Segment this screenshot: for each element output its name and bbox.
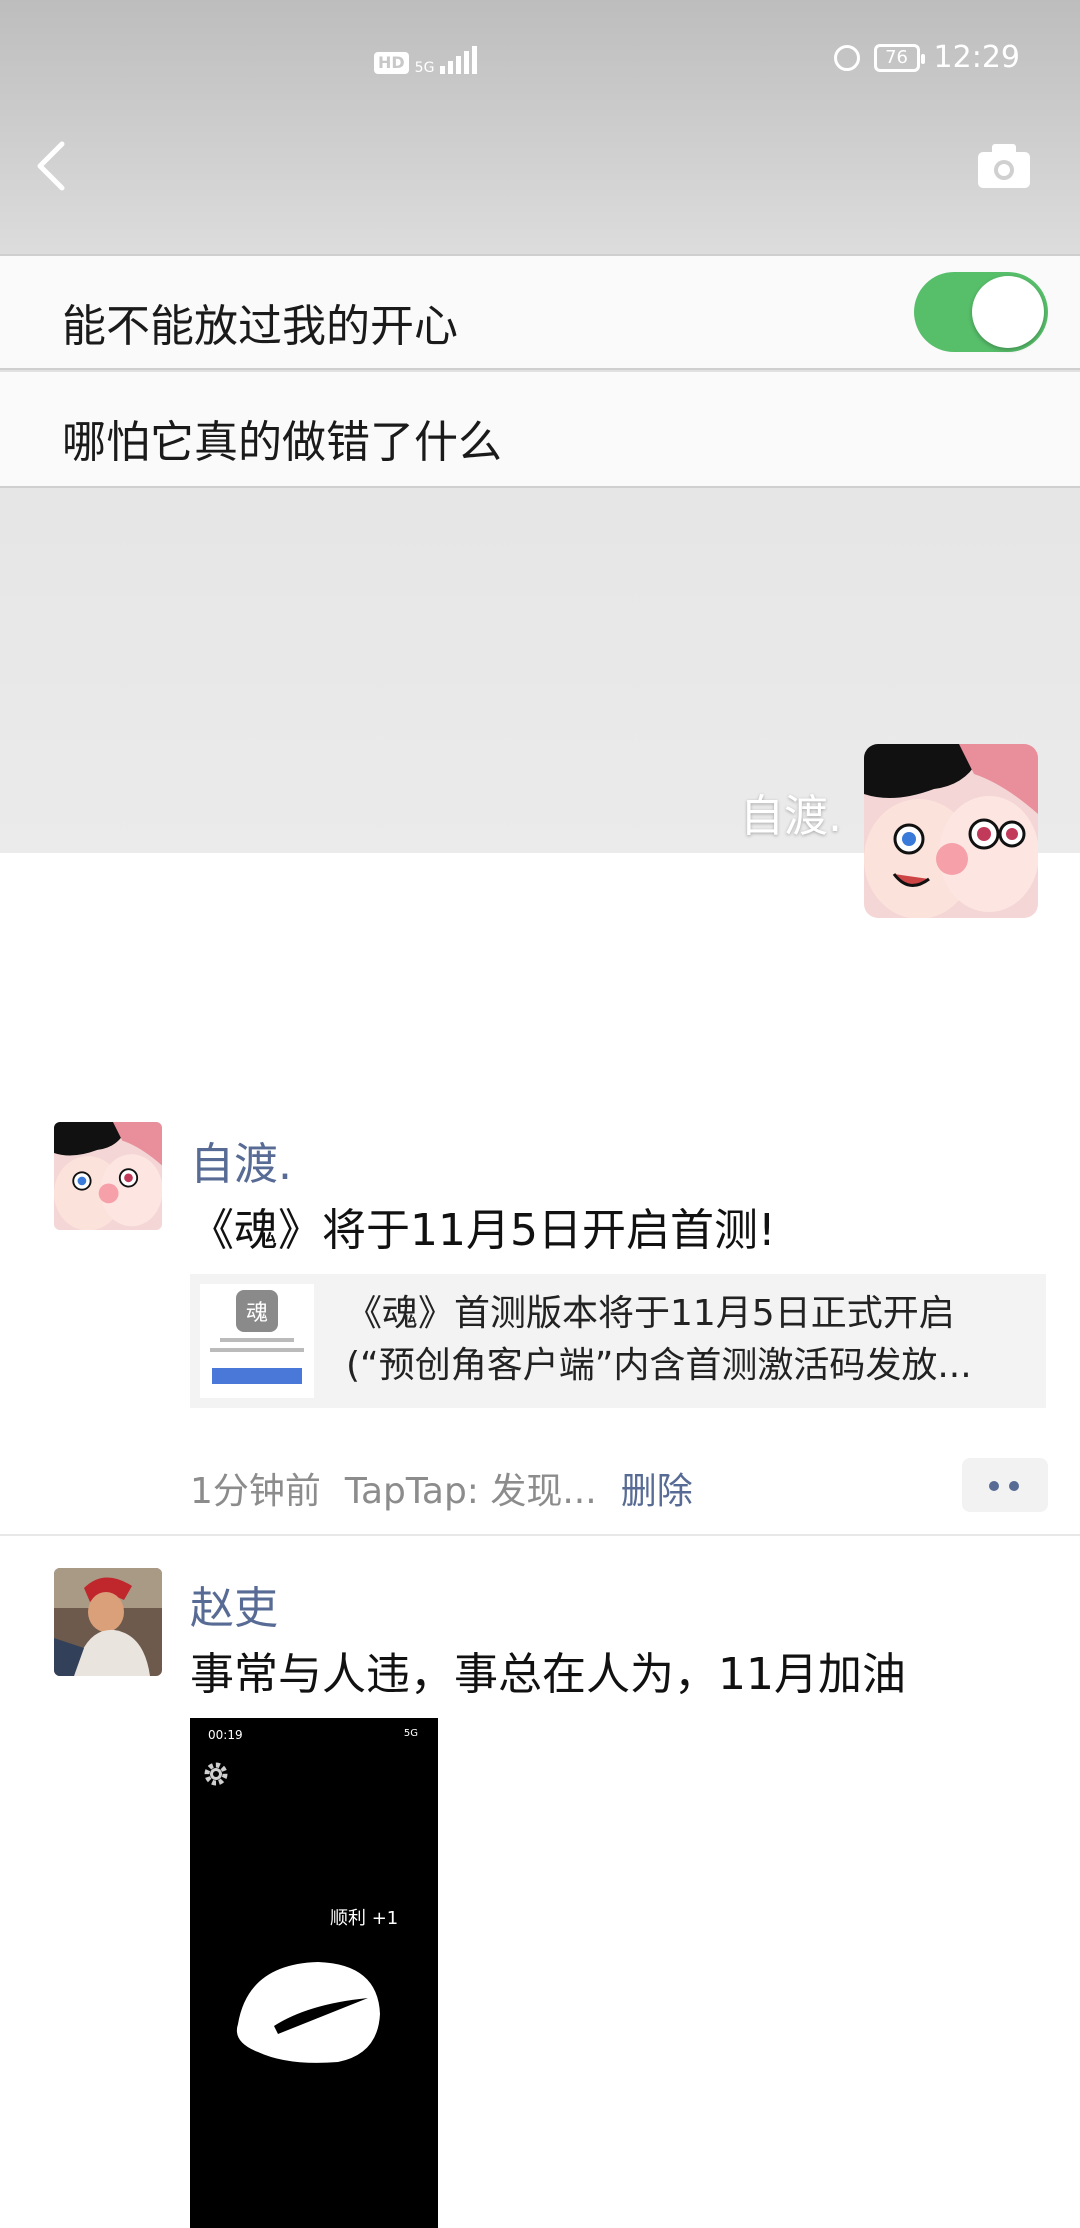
- post-avatar[interactable]: [54, 1122, 162, 1230]
- wooden-fish-icon: [236, 1962, 380, 2063]
- happiness-toggle[interactable]: [914, 272, 1048, 352]
- post-divider: [0, 1534, 1080, 1536]
- toggle-knob: [972, 276, 1044, 348]
- signal-indicators: HD 5G: [374, 46, 478, 76]
- dot-icon: [1009, 1481, 1019, 1491]
- chevron-left-icon[interactable]: [32, 138, 72, 194]
- status-time: 12:29: [933, 40, 1020, 75]
- post-photo[interactable]: 00:19 5G 顺利 +1: [190, 1718, 438, 2228]
- delete-button[interactable]: 删除: [621, 1471, 693, 1512]
- photo-caption: 顺利 +1: [330, 1908, 399, 1929]
- gear-icon: [204, 1762, 228, 1786]
- post-time: 1分钟前: [190, 1471, 321, 1512]
- link-title-line2: (“预创角客户端”内含首测激活码发放...: [346, 1345, 972, 1386]
- setting-row-mistake[interactable]: 哪怕它真的做错了什么: [0, 372, 1080, 488]
- post-text: 《魂》将于11月5日开启首测!: [190, 1205, 776, 1256]
- signal-icon: [440, 46, 478, 74]
- cover-avatar[interactable]: [864, 744, 1038, 918]
- post-author-name[interactable]: 赵吏: [190, 1572, 278, 1636]
- battery-icon: 76: [873, 43, 925, 72]
- link-thumbnail: 魂: [200, 1284, 314, 1398]
- battery-level: 76: [885, 46, 908, 68]
- status-bar: HD 5G 76 12:29: [0, 0, 1080, 120]
- post-text: 事常与人违，事总在人为，11月加油: [190, 1649, 906, 1700]
- setting-row-happiness[interactable]: 能不能放过我的开心: [0, 254, 1080, 370]
- network-5g-label: 5G: [414, 60, 435, 76]
- alarm-icon: [833, 44, 860, 71]
- shared-link-card[interactable]: 魂 《魂》首测版本将于11月5日正式开启 (“预创角客户端”内含首测激活码发放.…: [190, 1274, 1046, 1408]
- more-options-button[interactable]: [962, 1458, 1048, 1512]
- post-avatar[interactable]: [54, 1568, 162, 1676]
- link-title: 《魂》首测版本将于11月5日正式开启 (“预创角客户端”内含首测激活码发放...: [346, 1288, 1026, 1392]
- post-source[interactable]: TapTap: 发现...: [345, 1471, 597, 1512]
- svg-text:魂: 魂: [246, 1301, 268, 1326]
- hd-badge: HD: [374, 52, 409, 74]
- photo-status-network: 5G: [403, 1728, 418, 1739]
- post-meta: 1分钟前 TapTap: 发现... 删除: [190, 1462, 693, 1514]
- photo-status-time: 00:19: [208, 1728, 243, 1742]
- cover-username: 自渡.: [740, 791, 842, 842]
- setting-row-label: 能不能放过我的开心: [62, 301, 458, 352]
- link-title-line1: 《魂》首测版本将于11月5日正式开启: [346, 1293, 955, 1334]
- setting-row-label: 哪怕它真的做错了什么: [62, 417, 502, 468]
- camera-icon[interactable]: [976, 142, 1032, 190]
- post-author-name[interactable]: 自渡.: [190, 1128, 292, 1192]
- dot-icon: [989, 1481, 999, 1491]
